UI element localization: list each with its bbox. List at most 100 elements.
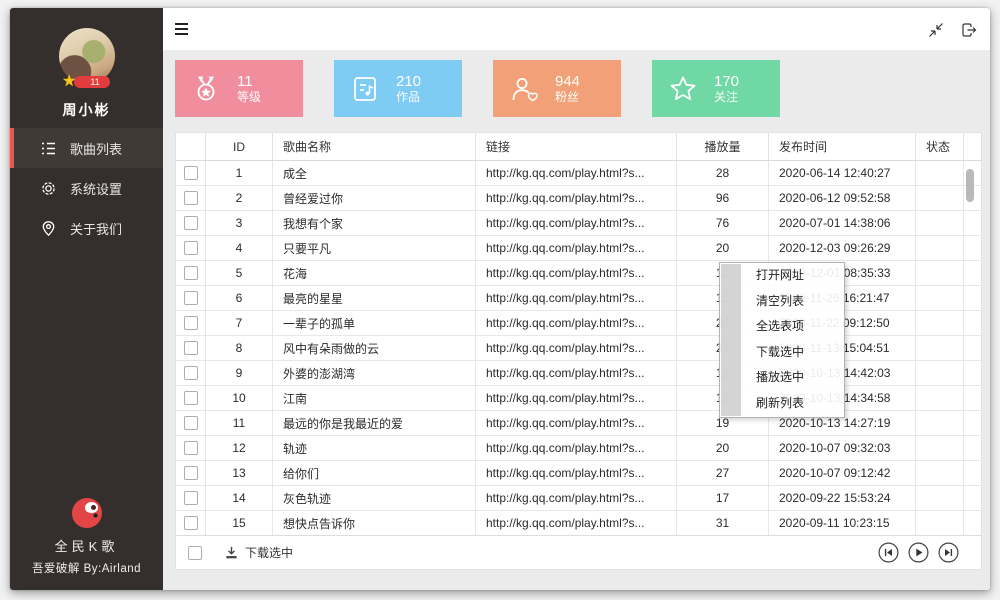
- scrollbar-thumb[interactable]: [966, 169, 974, 202]
- row-checkbox[interactable]: [184, 191, 198, 205]
- cell-name: 最亮的星星: [273, 286, 476, 310]
- next-track-button[interactable]: [938, 542, 959, 563]
- table-row[interactable]: 8风中有朵雨做的云http://kg.qq.com/play.html?s...…: [176, 336, 981, 361]
- sidebar-item-1[interactable]: 系统设置: [10, 168, 163, 208]
- table-row[interactable]: 4只要平凡http://kg.qq.com/play.html?s...2020…: [176, 236, 981, 261]
- table-row[interactable]: 3我想有个家http://kg.qq.com/play.html?s...762…: [176, 211, 981, 236]
- row-checkbox[interactable]: [184, 166, 198, 180]
- table-row[interactable]: 9外婆的澎湖湾http://kg.qq.com/play.html?s...19…: [176, 361, 981, 386]
- row-checkbox[interactable]: [184, 291, 198, 305]
- cell-checkbox: [176, 411, 206, 435]
- sidebar-item-0[interactable]: 歌曲列表: [10, 128, 163, 168]
- download-selected-button[interactable]: 下载选中: [224, 544, 293, 561]
- cell-name: 想快点告诉你: [273, 511, 476, 535]
- cell-checkbox: [176, 461, 206, 485]
- cell-link[interactable]: http://kg.qq.com/play.html?s...: [476, 386, 677, 410]
- context-menu-item-3[interactable]: 下载选中: [720, 340, 844, 366]
- header-cell-5: 发布时间: [769, 133, 916, 160]
- cell-time: 2020-06-14 12:40:27: [769, 161, 916, 185]
- cell-checkbox: [176, 261, 206, 285]
- cell-link[interactable]: http://kg.qq.com/play.html?s...: [476, 411, 677, 435]
- hamburger-menu-icon[interactable]: [173, 21, 191, 37]
- cell-checkbox: [176, 186, 206, 210]
- row-checkbox[interactable]: [184, 341, 198, 355]
- row-checkbox[interactable]: [184, 366, 198, 380]
- collapse-window-icon[interactable]: [927, 21, 945, 39]
- row-checkbox[interactable]: [184, 266, 198, 280]
- cell-status: [916, 336, 964, 360]
- cell-link[interactable]: http://kg.qq.com/play.html?s...: [476, 236, 677, 260]
- context-menu-item-0[interactable]: 打开网址: [720, 263, 844, 289]
- cell-link[interactable]: http://kg.qq.com/play.html?s...: [476, 186, 677, 210]
- previous-track-button[interactable]: [878, 542, 899, 563]
- table-body: 1成全http://kg.qq.com/play.html?s...282020…: [176, 161, 981, 536]
- cell-status: [916, 186, 964, 210]
- table-row[interactable]: 6最亮的星星http://kg.qq.com/play.html?s...152…: [176, 286, 981, 311]
- topbar: [163, 8, 990, 50]
- header-cell-4: 播放量: [677, 133, 769, 160]
- cell-link[interactable]: http://kg.qq.com/play.html?s...: [476, 261, 677, 285]
- table-row[interactable]: 14灰色轨迹http://kg.qq.com/play.html?s...172…: [176, 486, 981, 511]
- cell-link[interactable]: http://kg.qq.com/play.html?s...: [476, 461, 677, 485]
- context-menu-item-4[interactable]: 播放选中: [720, 365, 844, 391]
- play-button[interactable]: [908, 542, 929, 563]
- cell-link[interactable]: http://kg.qq.com/play.html?s...: [476, 311, 677, 335]
- context-menu-items: 打开网址清空列表全选表项下载选中播放选中刷新列表: [720, 263, 844, 417]
- cell-id: 15: [206, 511, 273, 535]
- cell-id: 1: [206, 161, 273, 185]
- star-icon: [668, 74, 698, 104]
- list-icon: [40, 140, 57, 157]
- bird-logo-icon: [72, 498, 102, 528]
- row-checkbox[interactable]: [184, 316, 198, 330]
- table-row[interactable]: 12轨迹http://kg.qq.com/play.html?s...20202…: [176, 436, 981, 461]
- header-cell-2: 歌曲名称: [273, 133, 476, 160]
- cell-status: [916, 436, 964, 460]
- table-row[interactable]: 15想快点告诉你http://kg.qq.com/play.html?s...3…: [176, 511, 981, 536]
- cell-link[interactable]: http://kg.qq.com/play.html?s...: [476, 336, 677, 360]
- cell-plays: 96: [677, 186, 769, 210]
- row-checkbox[interactable]: [184, 241, 198, 255]
- context-menu-item-1[interactable]: 清空列表: [720, 289, 844, 315]
- sidebar-item-2[interactable]: 关于我们: [10, 208, 163, 248]
- select-all-checkbox[interactable]: [188, 546, 202, 560]
- cell-link[interactable]: http://kg.qq.com/play.html?s...: [476, 211, 677, 235]
- row-checkbox[interactable]: [184, 216, 198, 230]
- cell-link[interactable]: http://kg.qq.com/play.html?s...: [476, 486, 677, 510]
- cell-link[interactable]: http://kg.qq.com/play.html?s...: [476, 436, 677, 460]
- table-row[interactable]: 7一辈子的孤单http://kg.qq.com/play.html?s...26…: [176, 311, 981, 336]
- song-table: ID歌曲名称链接播放量发布时间状态 1成全http://kg.qq.com/pl…: [175, 132, 982, 570]
- cell-checkbox: [176, 286, 206, 310]
- sidebar-item-label: 关于我们: [70, 219, 122, 238]
- cell-link[interactable]: http://kg.qq.com/play.html?s...: [476, 161, 677, 185]
- context-menu-item-2[interactable]: 全选表项: [720, 314, 844, 340]
- row-checkbox[interactable]: [184, 516, 198, 530]
- table-row[interactable]: 1成全http://kg.qq.com/play.html?s...282020…: [176, 161, 981, 186]
- cell-plays: 20: [677, 436, 769, 460]
- cell-name: 成全: [273, 161, 476, 185]
- row-checkbox[interactable]: [184, 466, 198, 480]
- table-row[interactable]: 2曾经爱过你http://kg.qq.com/play.html?s...962…: [176, 186, 981, 211]
- cell-status: [916, 261, 964, 285]
- table-row[interactable]: 5花海http://kg.qq.com/play.html?s...122020…: [176, 261, 981, 286]
- cell-link[interactable]: http://kg.qq.com/play.html?s...: [476, 361, 677, 385]
- cell-id: 8: [206, 336, 273, 360]
- stat-card-3: 170关注: [652, 60, 780, 117]
- table-row[interactable]: 11最远的你是我最近的爱http://kg.qq.com/play.html?s…: [176, 411, 981, 436]
- cell-status: [916, 461, 964, 485]
- table-row[interactable]: 13给你们http://kg.qq.com/play.html?s...2720…: [176, 461, 981, 486]
- header-cell-3: 链接: [476, 133, 677, 160]
- row-checkbox[interactable]: [184, 491, 198, 505]
- row-checkbox[interactable]: [184, 416, 198, 430]
- table-row[interactable]: 10江南http://kg.qq.com/play.html?s...19202…: [176, 386, 981, 411]
- row-checkbox[interactable]: [184, 391, 198, 405]
- context-menu-item-5[interactable]: 刷新列表: [720, 391, 844, 417]
- row-checkbox[interactable]: [184, 441, 198, 455]
- cell-link[interactable]: http://kg.qq.com/play.html?s...: [476, 511, 677, 535]
- level-badge: 11 ★: [62, 74, 114, 90]
- stat-value: 944: [555, 73, 580, 90]
- sidebar-item-label: 系统设置: [70, 179, 122, 198]
- cell-status: [916, 386, 964, 410]
- cell-link[interactable]: http://kg.qq.com/play.html?s...: [476, 286, 677, 310]
- cell-status: [916, 311, 964, 335]
- exit-icon[interactable]: [960, 21, 978, 39]
